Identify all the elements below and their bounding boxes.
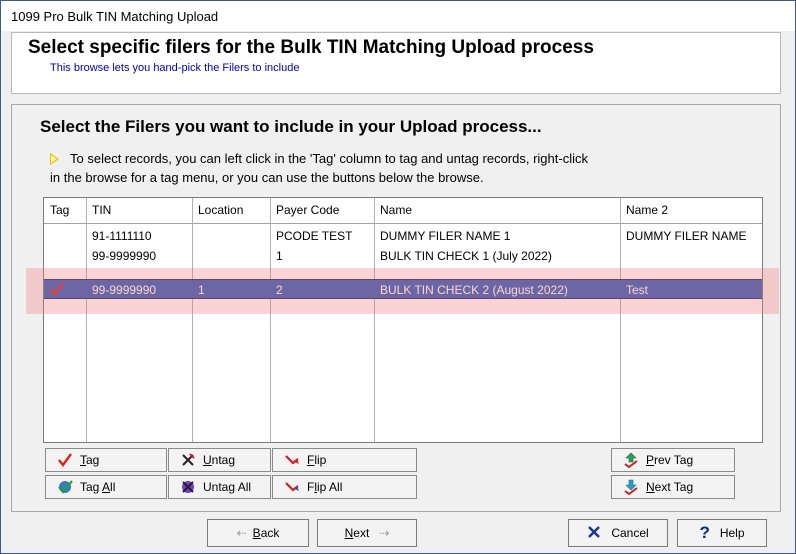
header-payer-code[interactable]: Payer Code bbox=[270, 198, 374, 223]
arrow-icon bbox=[50, 153, 59, 165]
flip-all-button[interactable]: Flip All bbox=[272, 475, 417, 499]
help-question-icon: ? bbox=[699, 523, 710, 542]
page-subtitle: This browse lets you hand-pick the Filer… bbox=[50, 62, 300, 74]
location-cell bbox=[192, 226, 270, 246]
flip-label: Flip bbox=[307, 453, 327, 467]
untag-all-button[interactable]: Untag All bbox=[168, 475, 271, 499]
name2-cell: DUMMY FILER NAME bbox=[626, 229, 747, 243]
title-bar: 1099 Pro Bulk TIN Matching Upload bbox=[1, 1, 795, 31]
tag-label: Tag bbox=[80, 453, 100, 467]
name-cell: BULK TIN CHECK 1 (July 2022) bbox=[380, 249, 552, 263]
checkmark-icon bbox=[56, 452, 74, 468]
tag-button[interactable]: Tag bbox=[45, 448, 167, 472]
payer-code-cell: PCODE TEST bbox=[276, 229, 353, 243]
main-window: 1099 Pro Bulk TIN Matching Upload Select… bbox=[0, 0, 796, 554]
window-title: 1099 Pro Bulk TIN Matching Upload bbox=[11, 8, 219, 24]
tin-cell: 99-9999990 bbox=[92, 249, 157, 263]
untag-all-icon bbox=[179, 479, 197, 495]
filers-grid[interactable]: Tag TIN Location Payer Code Name Name 2 … bbox=[43, 197, 763, 443]
untag-label: Untag bbox=[203, 453, 236, 467]
help-button[interactable]: ? Help bbox=[677, 519, 767, 547]
header-name[interactable]: Name bbox=[374, 198, 620, 223]
prev-tag-button[interactable]: Prev Tag bbox=[611, 448, 735, 472]
tag-cell[interactable] bbox=[44, 279, 86, 299]
x-mark-icon bbox=[179, 452, 197, 468]
back-button[interactable]: ⇠ Back bbox=[207, 519, 309, 547]
payer-code-cell: 2 bbox=[270, 279, 374, 299]
prev-tag-label: Prev Tag bbox=[646, 453, 694, 467]
flip-arrow-icon bbox=[283, 452, 301, 468]
name2-cell bbox=[620, 246, 762, 266]
back-arrow-icon: ⇠ bbox=[236, 526, 247, 540]
flip-all-label: Flip All bbox=[307, 480, 343, 494]
header-tag[interactable]: Tag bbox=[44, 198, 86, 223]
tag-cell[interactable] bbox=[44, 246, 86, 266]
next-tag-label: Next Tag bbox=[646, 480, 694, 494]
flip-button[interactable]: Flip bbox=[272, 448, 417, 472]
tag-all-button[interactable]: Tag All bbox=[45, 475, 167, 499]
next-label: Next bbox=[344, 526, 370, 540]
next-tag-icon bbox=[622, 479, 640, 495]
tag-all-label: Tag All bbox=[80, 480, 116, 494]
instruction-line-2: in the browse for a tag menu, or you can… bbox=[50, 170, 484, 185]
location-cell: 1 bbox=[192, 279, 270, 299]
name2-cell: Test bbox=[620, 279, 762, 299]
header-name-2[interactable]: Name 2 bbox=[620, 198, 762, 223]
cancel-label: Cancel bbox=[611, 526, 649, 540]
tag-all-icon bbox=[56, 479, 74, 495]
payer-code-cell: 1 bbox=[276, 249, 283, 263]
prev-tag-icon bbox=[622, 452, 640, 468]
tag-cell[interactable] bbox=[44, 226, 86, 246]
help-label: Help bbox=[719, 526, 745, 540]
name-cell: BULK TIN CHECK 2 (August 2022) bbox=[374, 279, 620, 299]
header-panel: Select specific filers for the Bulk TIN … bbox=[11, 32, 781, 94]
header-location[interactable]: Location bbox=[192, 198, 270, 223]
untag-all-label: Untag All bbox=[203, 480, 252, 494]
name-cell: DUMMY FILER NAME 1 bbox=[380, 229, 511, 243]
location-cell bbox=[192, 246, 270, 266]
checkmark-icon bbox=[50, 282, 64, 296]
tin-cell: 91-1111110 bbox=[92, 229, 152, 243]
flip-all-icon bbox=[283, 479, 301, 495]
cancel-x-icon bbox=[587, 525, 601, 542]
next-tag-button[interactable]: Next Tag bbox=[611, 475, 735, 499]
next-button[interactable]: Next ⇢ bbox=[317, 519, 417, 547]
page-title: Select specific filers for the Bulk TIN … bbox=[28, 37, 594, 58]
table-row[interactable]: 99-9999990 1 BULK TIN CHECK 1 (July 2022… bbox=[44, 246, 762, 266]
next-arrow-icon: ⇢ bbox=[379, 526, 390, 540]
back-label: Back bbox=[252, 526, 280, 540]
instruction-line-1: To select records, you can left click in… bbox=[70, 151, 588, 166]
table-row[interactable]: 91-1111110 PCODE TEST DUMMY FILER NAME 1… bbox=[44, 226, 762, 246]
panel-title: Select the Filers you want to include in… bbox=[40, 117, 542, 136]
tin-cell: 99-9999990 bbox=[86, 279, 192, 299]
cancel-button[interactable]: Cancel bbox=[568, 519, 668, 547]
header-tin[interactable]: TIN bbox=[86, 198, 192, 223]
table-row-selected[interactable]: 99-9999990 1 2 BULK TIN CHECK 2 (August … bbox=[44, 279, 762, 299]
untag-button[interactable]: Untag bbox=[168, 448, 271, 472]
